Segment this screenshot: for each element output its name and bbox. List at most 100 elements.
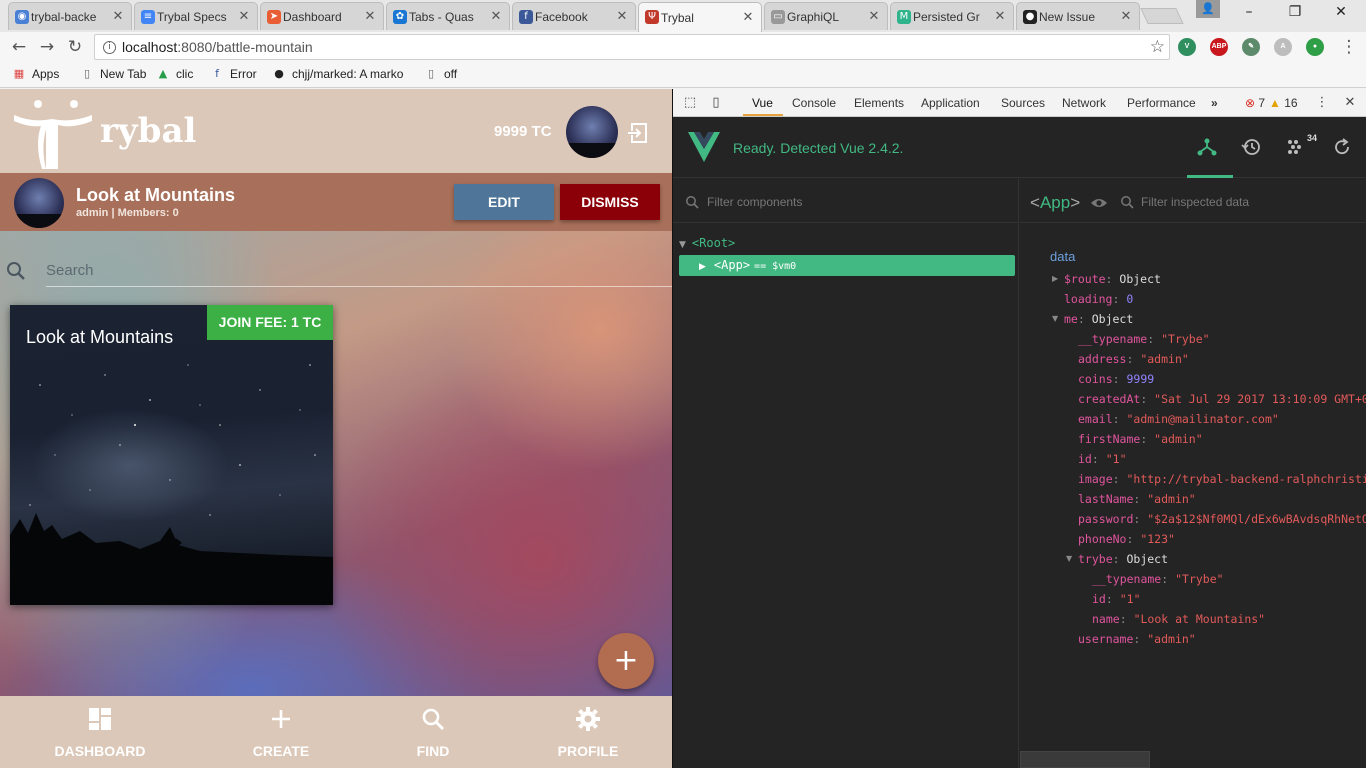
bookmark-item[interactable]: ▦ Apps bbox=[12, 67, 60, 81]
search-input[interactable] bbox=[46, 255, 672, 287]
expand-arrow-icon[interactable]: ▶ bbox=[699, 262, 706, 272]
tab-application[interactable]: Application bbox=[921, 96, 980, 110]
tab-close-icon[interactable]: ✕ bbox=[111, 9, 125, 24]
tab-close-icon[interactable]: ✕ bbox=[867, 9, 881, 24]
vue-ext-icon[interactable]: V bbox=[1178, 38, 1196, 56]
component-filter[interactable]: Filter components bbox=[673, 179, 1019, 223]
trybe-card[interactable]: Look at Mountains JOIN FEE: 1 TC bbox=[10, 305, 333, 605]
brand-name: rybal bbox=[100, 111, 197, 151]
tab-close-icon[interactable]: ✕ bbox=[741, 10, 755, 25]
filter-data-placeholder[interactable]: Filter inspected data bbox=[1141, 195, 1249, 209]
events-icon[interactable] bbox=[1285, 136, 1307, 158]
tab-close-icon[interactable]: ✕ bbox=[993, 9, 1007, 24]
property-value: "Sat Jul 29 2017 13:10:09 GMT+000 bbox=[1154, 392, 1366, 406]
browser-tab[interactable]: f Facebook ✕ bbox=[512, 2, 636, 30]
eyedropper-icon[interactable]: ✎ bbox=[1242, 38, 1260, 56]
forward-icon[interactable]: → bbox=[36, 36, 58, 58]
facebook-icon: f bbox=[215, 67, 219, 80]
browser-tab[interactable]: ✿ Tabs - Quas ✕ bbox=[386, 2, 510, 30]
plus-icon bbox=[272, 710, 290, 728]
maximize-button[interactable]: ❐ bbox=[1272, 4, 1318, 24]
refresh-icon[interactable] bbox=[1331, 136, 1353, 158]
components-tree-icon[interactable] bbox=[1196, 136, 1218, 158]
eye-icon[interactable] bbox=[1090, 196, 1108, 210]
tab-close-icon[interactable]: ✕ bbox=[615, 9, 629, 24]
nav-find[interactable]: FIND bbox=[402, 696, 464, 768]
bookmark-label: Error bbox=[230, 67, 257, 81]
bookmark-item[interactable]: ▲ clic bbox=[156, 67, 194, 81]
bookmark-star-icon[interactable]: ☆ bbox=[1150, 37, 1165, 57]
browser-tab[interactable]: ➤ Dashboard ✕ bbox=[260, 2, 384, 30]
collapse-arrow-icon[interactable]: ▼ bbox=[1066, 549, 1072, 569]
user-avatar[interactable] bbox=[566, 106, 618, 158]
green-ext-icon[interactable]: ● bbox=[1306, 38, 1324, 56]
minimize-button[interactable]: – bbox=[1226, 4, 1272, 24]
edit-button[interactable]: EDIT bbox=[454, 184, 554, 220]
collapse-arrow-icon[interactable]: ▼ bbox=[679, 240, 686, 250]
nav-profile[interactable]: PROFILE bbox=[546, 696, 630, 768]
bookmark-item[interactable]: f Error bbox=[210, 67, 257, 81]
tab-close-icon[interactable]: ✕ bbox=[489, 9, 503, 24]
nav-create[interactable]: CREATE bbox=[240, 696, 322, 768]
data-property[interactable]: ▶ $route: Object bbox=[1052, 269, 1161, 289]
bottom-navigation: DASHBOARD CREATE FIND PROFILE bbox=[0, 696, 672, 768]
browser-tab[interactable]: ▭ GraphiQL ✕ bbox=[764, 2, 888, 30]
browser-menu-icon[interactable]: ⋮ bbox=[1338, 36, 1360, 58]
join-fee-badge[interactable]: JOIN FEE: 1 TC bbox=[207, 305, 333, 340]
bookmark-item[interactable]: ▯ New Tab bbox=[80, 67, 147, 81]
address-bar[interactable]: i localhost:8080/battle-mountain ☆ bbox=[94, 34, 1170, 60]
browser-tab[interactable]: ≡ Trybal Specs ✕ bbox=[134, 2, 258, 30]
warning-icon: ▲ bbox=[1269, 96, 1281, 110]
add-fab-button[interactable]: + bbox=[598, 633, 654, 689]
tree-node-app[interactable]: ▶ <App> == $vm0 bbox=[679, 255, 1015, 276]
property-key: name bbox=[1092, 612, 1120, 626]
data-property[interactable]: ▼ me: Object bbox=[1052, 309, 1133, 329]
trybal-logo-icon[interactable] bbox=[12, 93, 92, 171]
device-toolbar-icon[interactable]: ▯ bbox=[707, 94, 725, 112]
more-tabs-icon[interactable]: » bbox=[1211, 96, 1218, 110]
url-text[interactable]: localhost:8080/battle-mountain bbox=[122, 39, 313, 55]
reload-icon[interactable]: ↻ bbox=[64, 36, 86, 58]
bookmark-item[interactable]: ▯ off bbox=[424, 67, 457, 81]
data-property: username: "admin" bbox=[1078, 629, 1196, 649]
tab-performance[interactable]: Performance bbox=[1127, 96, 1196, 110]
profile-icon[interactable]: 👤 bbox=[1196, 0, 1220, 18]
browser-tab[interactable]: M Persisted Gr ✕ bbox=[890, 2, 1014, 30]
tab-network[interactable]: Network bbox=[1062, 96, 1106, 110]
abp-icon[interactable]: ABP bbox=[1210, 38, 1228, 56]
browser-tab[interactable]: Ψ Trybal ✕ bbox=[638, 2, 762, 32]
browser-tab[interactable]: ● New Issue ✕ bbox=[1016, 2, 1140, 30]
close-devtools-icon[interactable]: ✕ bbox=[1341, 94, 1359, 112]
tab-elements[interactable]: Elements bbox=[854, 96, 904, 110]
tab-close-icon[interactable]: ✕ bbox=[237, 9, 251, 24]
menu-dots-icon[interactable]: ⋮ bbox=[1313, 94, 1331, 112]
warning-count[interactable]: ▲ 16 bbox=[1269, 96, 1298, 110]
a-ext-icon[interactable]: A bbox=[1274, 38, 1292, 56]
tab-vue[interactable]: Vue bbox=[752, 96, 773, 110]
tab-sources[interactable]: Sources bbox=[1001, 96, 1045, 110]
data-property[interactable]: ▼ trybe: Object bbox=[1066, 549, 1168, 569]
property-value: "admin@mailinator.com" bbox=[1126, 412, 1279, 426]
info-icon[interactable]: i bbox=[103, 40, 116, 54]
tab-close-icon[interactable]: ✕ bbox=[363, 9, 377, 24]
tab-close-icon[interactable]: ✕ bbox=[1119, 9, 1133, 24]
horizontal-scrollbar[interactable] bbox=[1020, 751, 1150, 768]
history-icon[interactable] bbox=[1240, 136, 1262, 158]
bookmark-item[interactable]: ● chjj/marked: A marko bbox=[272, 67, 403, 81]
dismiss-button[interactable]: DISMISS bbox=[560, 184, 660, 220]
logout-icon[interactable] bbox=[626, 122, 648, 144]
error-count[interactable]: ⊗ 7 bbox=[1245, 96, 1265, 110]
data-property: email: "admin@mailinator.com" bbox=[1078, 409, 1279, 429]
tree-node-root[interactable]: ▼ <Root> bbox=[679, 233, 735, 254]
trybal-app: rybal 9999 TC Look at Mountains admin | … bbox=[0, 89, 672, 768]
new-tab-button[interactable] bbox=[1140, 8, 1184, 24]
tab-console[interactable]: Console bbox=[792, 96, 836, 110]
collapse-arrow-icon[interactable]: ▼ bbox=[1052, 309, 1058, 329]
inspect-element-icon[interactable]: ⬚ bbox=[681, 94, 699, 112]
back-icon[interactable]: ← bbox=[8, 36, 30, 58]
browser-tab[interactable]: ◉ trybal-backe ✕ bbox=[8, 2, 132, 30]
close-window-button[interactable]: ✕ bbox=[1318, 4, 1364, 24]
tab-title: Trybal Specs bbox=[157, 9, 227, 24]
nav-dashboard[interactable]: DASHBOARD bbox=[50, 696, 150, 768]
expand-arrow-icon[interactable]: ▶ bbox=[1052, 269, 1058, 289]
